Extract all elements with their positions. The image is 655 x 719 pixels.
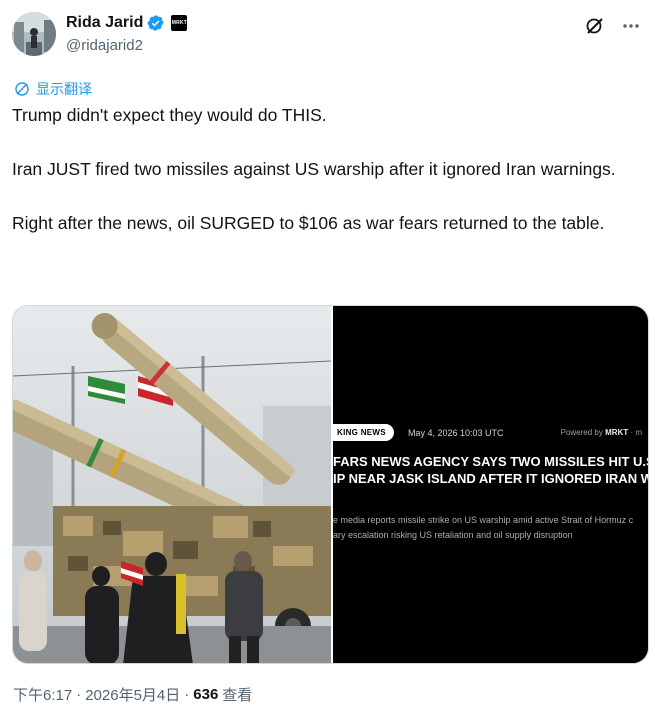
tweet-body: Trump didn't expect they would do THIS. … <box>12 102 632 237</box>
view-label: 查看 <box>222 687 253 704</box>
news-card[interactable]: KING NEWS May 4, 2026 10:03 UTC Powered … <box>331 306 648 663</box>
missile-photo[interactable] <box>13 306 332 663</box>
tweet-paragraph: Iran JUST fired two missiles against US … <box>12 159 616 179</box>
tweet-paragraph: Trump didn't expect they would do THIS. <box>12 105 327 125</box>
more-options-icon[interactable] <box>619 14 643 38</box>
tweet-date[interactable]: 2026年5月4日 <box>85 684 180 705</box>
breaking-news-tag: KING NEWS <box>333 424 394 441</box>
tweet-media[interactable]: KING NEWS May 4, 2026 10:03 UTC Powered … <box>12 305 649 664</box>
separator: · <box>184 686 190 703</box>
tweet-header: Rida Jarid MRKT @ridajarid2 <box>12 12 643 60</box>
avatar-image <box>12 12 56 56</box>
powered-brand: MRKT <box>605 428 629 437</box>
missile-photo-image <box>13 306 332 663</box>
tweet-time[interactable]: 下午6:17 <box>13 684 72 705</box>
news-subtext: e media reports missile strike on US war… <box>333 515 634 540</box>
news-date: May 4, 2026 10:03 UTC <box>407 427 504 438</box>
powered-by-label: Powered by MRKT · m <box>560 428 642 437</box>
tweet-paragraph: Right after the news, oil SURGED to $106… <box>12 213 605 233</box>
show-translation-label[interactable]: 显示翻译 <box>36 79 92 99</box>
author-handle[interactable]: @ridajarid2 <box>66 37 143 54</box>
verified-badge-icon[interactable] <box>147 14 165 32</box>
avatar[interactable] <box>12 12 56 56</box>
author-display-name[interactable]: Rida Jarid <box>66 14 143 32</box>
show-translation-link[interactable]: 显示翻译 <box>14 79 92 99</box>
view-count: 636 <box>193 686 219 703</box>
separator: · <box>76 686 82 703</box>
news-headline: FARS NEWS AGENCY SAYS TWO MISSILES HIT U… <box>333 454 649 486</box>
affiliation-badge[interactable]: MRKT <box>171 15 188 31</box>
globe-translate-icon <box>15 82 29 96</box>
grok-slash-icon[interactable] <box>583 14 607 38</box>
tweet-meta: 下午6:17 · 2026年5月4日 · 636 查看 <box>13 684 252 705</box>
